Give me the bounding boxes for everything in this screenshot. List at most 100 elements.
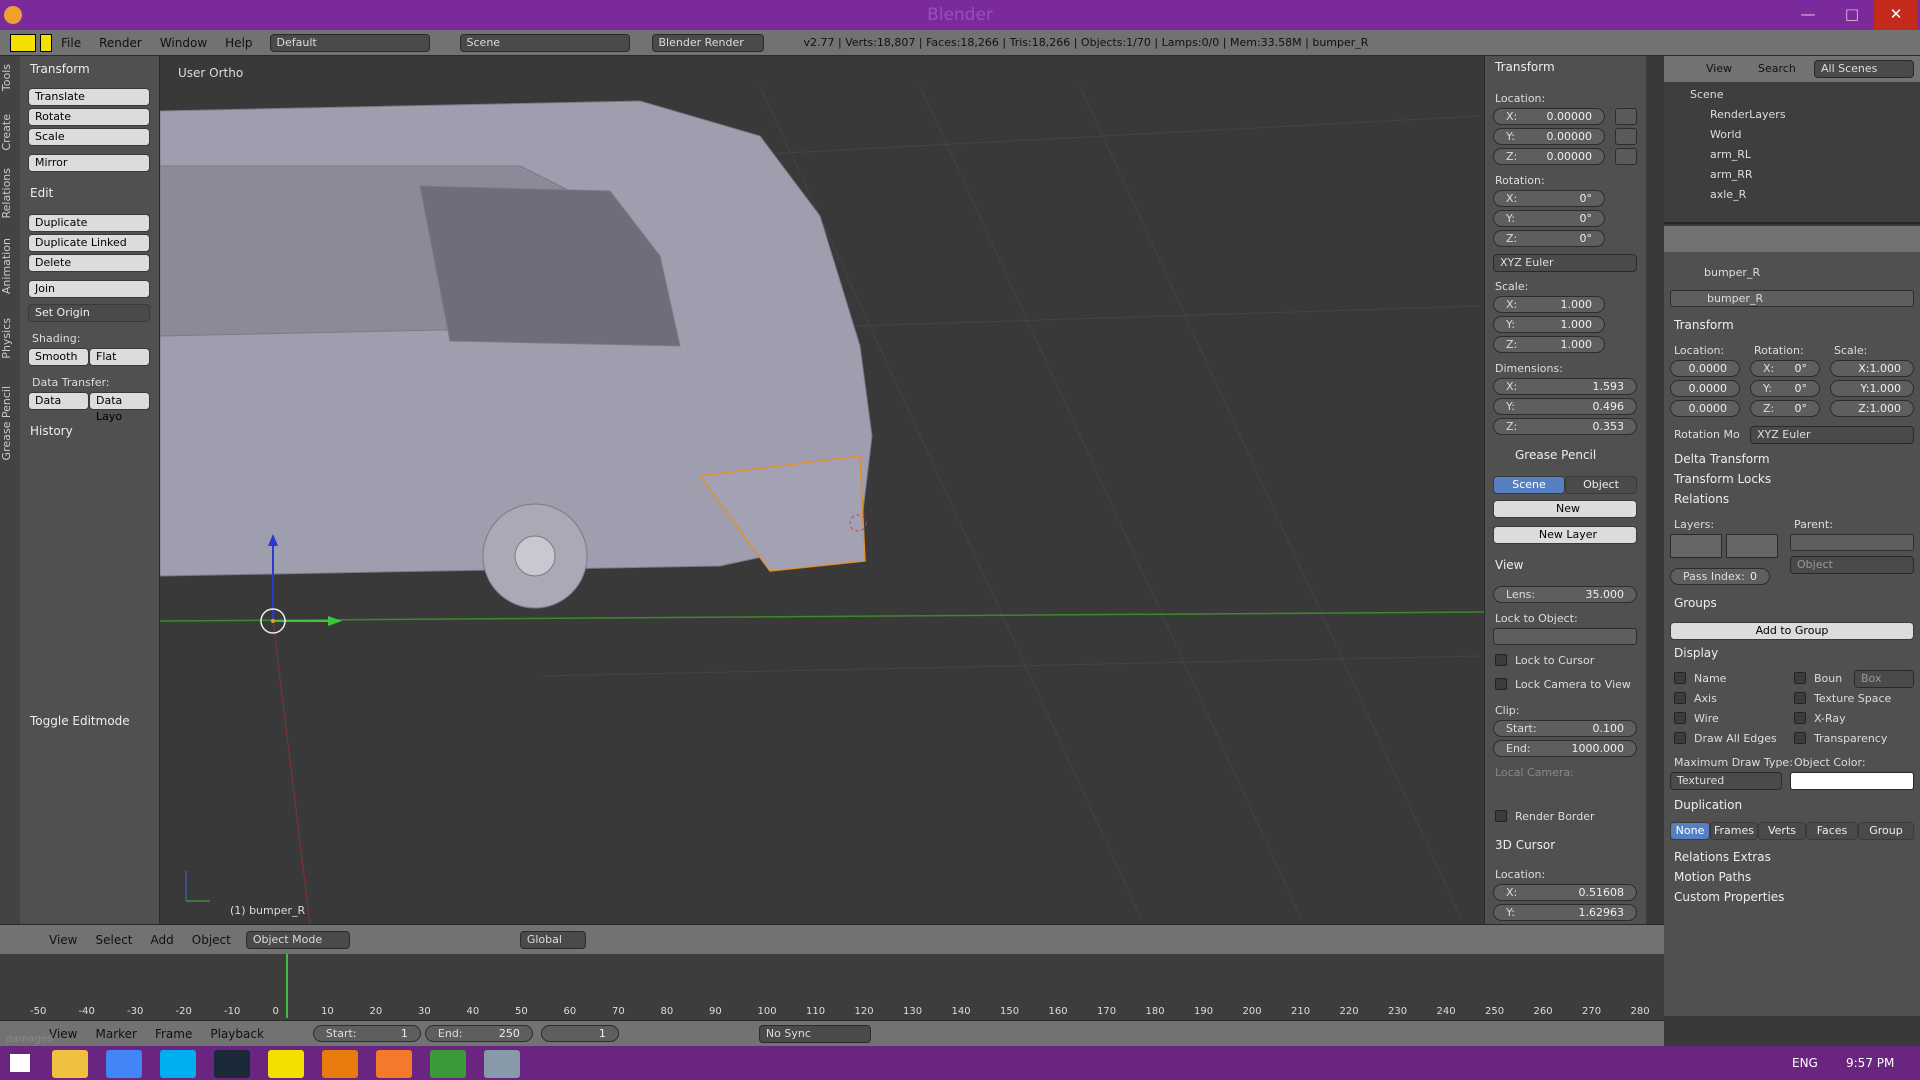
timeline[interactable]: -50 -40 -30 -20 -10 0 10 20 30 40 50 60 70 80 90 100 110… [0, 954, 1664, 1028]
outliner-filter[interactable]: All Scenes [1814, 60, 1914, 78]
cursor-x-field[interactable]: X: 0.51608 [1493, 884, 1637, 901]
rotation-x-field[interactable]: X: 0° [1493, 190, 1605, 207]
outliner-item-arm-rr[interactable]: arm_RR [1710, 168, 1753, 181]
display-edges-checkbox[interactable] [1674, 732, 1686, 744]
app3-icon[interactable] [430, 1050, 466, 1078]
dup-frames-button[interactable]: Frames [1710, 822, 1758, 840]
duplicate-button[interactable]: Duplicate [28, 214, 150, 232]
tab-create[interactable]: Create [0, 114, 20, 151]
app2-icon[interactable] [322, 1050, 358, 1078]
duplicate-linked-button[interactable]: Duplicate Linked [28, 234, 150, 252]
relations-section[interactable]: Relations [1674, 492, 1729, 506]
minimize-button[interactable]: — [1786, 0, 1830, 30]
object-color-swatch[interactable] [1790, 772, 1914, 790]
menu-window[interactable]: Window [151, 36, 216, 50]
tl-frame-menu[interactable]: Frame [146, 1027, 201, 1041]
bounds-type-select[interactable]: Box [1854, 670, 1914, 688]
menu-help[interactable]: Help [216, 36, 261, 50]
draw-type-select[interactable]: Textured [1670, 772, 1782, 790]
delta-transform-section[interactable]: Delta Transform [1674, 452, 1770, 466]
display-name-checkbox[interactable] [1674, 672, 1686, 684]
render-engine-selector[interactable]: Blender Render [651, 33, 764, 52]
prop-scale-z[interactable]: Z:1.000 [1830, 400, 1914, 417]
end-frame-field[interactable]: End: 250 [424, 1025, 533, 1042]
parent-type-select[interactable]: Object [1790, 556, 1914, 574]
app4-icon[interactable] [484, 1050, 520, 1078]
lock-object-field[interactable] [1493, 628, 1637, 645]
rotate-button[interactable]: Rotate [28, 108, 150, 126]
dimension-z-field[interactable]: Z: 0.353 [1493, 418, 1637, 435]
motion-paths-section[interactable]: Motion Paths [1674, 870, 1751, 884]
start-frame-field[interactable]: Start: 1 [312, 1025, 421, 1042]
current-frame-field[interactable]: 1 [540, 1025, 619, 1042]
delete-button[interactable]: Delete [28, 254, 150, 272]
layers-grid-b[interactable] [1726, 534, 1778, 558]
location-y-field[interactable]: Y: 0.00000 [1493, 128, 1605, 145]
data-layout-button[interactable]: Data Layo [89, 392, 150, 423]
tab-physics[interactable]: Physics [0, 318, 20, 359]
grease-pencil-panel-title[interactable]: Grease Pencil [1515, 448, 1596, 462]
groups-section[interactable]: Groups [1674, 596, 1717, 610]
skype-icon[interactable] [160, 1050, 196, 1078]
editor-type-icon[interactable] [10, 33, 36, 52]
pass-index-field[interactable]: Pass Index: 0 [1670, 568, 1770, 585]
3d-cursor-panel-title[interactable]: 3D Cursor [1495, 838, 1555, 852]
scale-y-field[interactable]: Y: 1.000 [1493, 316, 1605, 333]
edit-panel-title[interactable]: Edit [30, 186, 53, 200]
lock-icon[interactable] [1615, 148, 1637, 165]
steam-icon[interactable] [214, 1050, 250, 1078]
display-xray-checkbox[interactable] [1794, 712, 1806, 724]
parent-field[interactable] [1790, 534, 1914, 551]
data-button[interactable]: Data [28, 392, 89, 410]
transform-section[interactable]: Transform [1674, 318, 1734, 332]
tab-grease-pencil[interactable]: Grease Pencil [0, 386, 20, 460]
rotation-mode-dropdown[interactable]: XYZ Euler [1493, 254, 1637, 272]
tab-relations[interactable]: Relations [0, 168, 20, 219]
clip-start-field[interactable]: Start: 0.100 [1493, 720, 1637, 737]
lock-camera-checkbox[interactable] [1495, 678, 1507, 690]
tl-marker-menu[interactable]: Marker [86, 1027, 145, 1041]
outliner-item-axle-r[interactable]: axle_R [1710, 188, 1746, 201]
sync-selector[interactable]: No Sync [758, 1024, 871, 1043]
gp-object-button[interactable]: Object [1565, 476, 1637, 494]
transform-panel-title[interactable]: Transform [1495, 60, 1555, 74]
prop-loc-x[interactable]: 0.0000 [1670, 360, 1740, 377]
outliner-view-menu[interactable]: View [1706, 62, 1732, 75]
current-frame-indicator[interactable] [286, 954, 288, 1018]
layout-selector[interactable]: Default [269, 33, 430, 52]
outliner-item-arm-rl[interactable]: arm_RL [1710, 148, 1751, 161]
rotation-mode-select[interactable]: XYZ Euler [1750, 426, 1914, 444]
3d-viewport[interactable]: User Ortho (1) bumper_R [160, 56, 1484, 924]
scene-selector[interactable]: Scene [459, 33, 630, 52]
relations-extras-section[interactable]: Relations Extras [1674, 850, 1771, 864]
chrome-icon[interactable] [106, 1050, 142, 1078]
dimension-y-field[interactable]: Y: 0.496 [1493, 398, 1637, 415]
blender-taskbar-icon[interactable] [376, 1050, 412, 1078]
prop-scale-y[interactable]: Y:1.000 [1830, 380, 1914, 397]
scale-z-field[interactable]: Z: 1.000 [1493, 336, 1605, 353]
prop-loc-z[interactable]: 0.0000 [1670, 400, 1740, 417]
gp-new-button[interactable]: New [1493, 500, 1637, 518]
lock-icon[interactable] [1615, 108, 1637, 125]
close-button[interactable]: ✕ [1874, 0, 1918, 30]
gp-scene-button[interactable]: Scene [1493, 476, 1565, 494]
object-name-field[interactable]: bumper_R [1670, 290, 1914, 307]
add-to-group-button[interactable]: Add to Group [1670, 622, 1914, 640]
view-menu[interactable]: View [40, 933, 86, 947]
location-z-field[interactable]: Z: 0.00000 [1493, 148, 1605, 165]
clock[interactable]: 9:57 PM [1846, 1056, 1894, 1070]
prop-rot-x[interactable]: X: 0° [1750, 360, 1820, 377]
join-button[interactable]: Join [28, 280, 150, 298]
scale-button[interactable]: Scale [28, 128, 150, 146]
clip-end-field[interactable]: End: 1000.000 [1493, 740, 1637, 757]
transform-locks-section[interactable]: Transform Locks [1674, 472, 1771, 486]
display-transparency-checkbox[interactable] [1794, 732, 1806, 744]
translate-button[interactable]: Translate [28, 88, 150, 106]
menu-render[interactable]: Render [90, 36, 151, 50]
menu-file[interactable]: File [52, 36, 90, 50]
app-icon[interactable] [268, 1050, 304, 1078]
start-icon[interactable] [10, 1054, 30, 1072]
orientation-selector[interactable]: Global [519, 930, 586, 949]
outliner-item-scene[interactable]: Scene [1690, 88, 1724, 101]
display-axis-checkbox[interactable] [1674, 692, 1686, 704]
